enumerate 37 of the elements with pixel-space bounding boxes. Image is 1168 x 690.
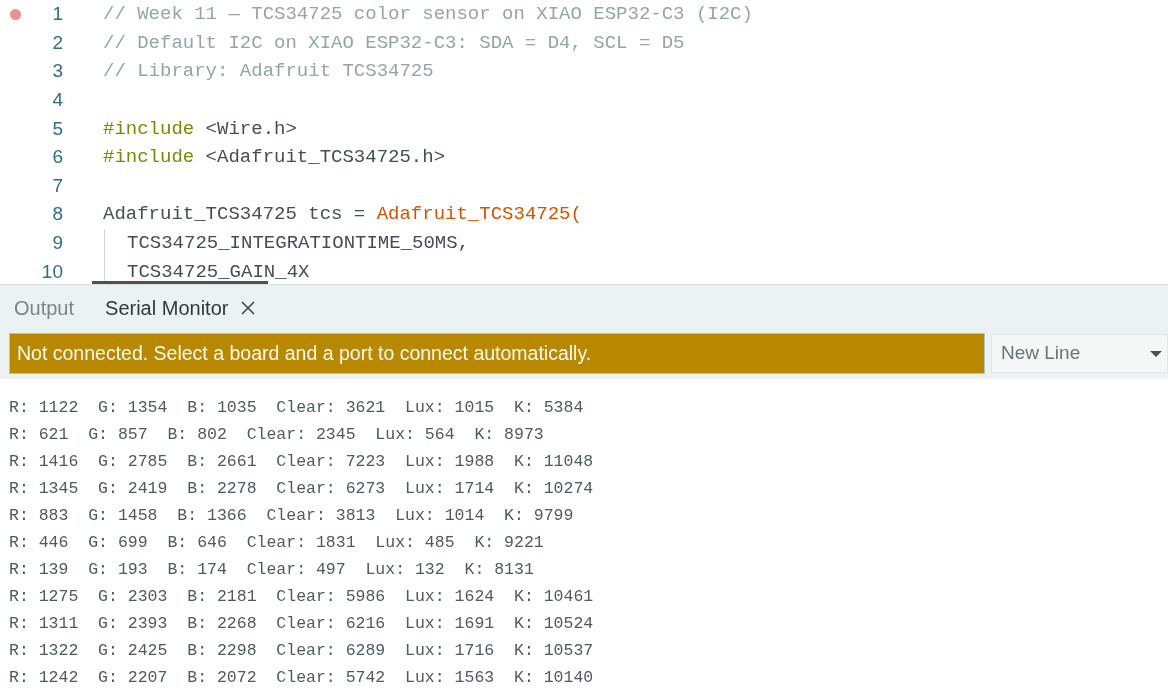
code-line: #include <Adafruit_TCS34725.h> [103,147,446,168]
serial-output-line: R: 1322 G: 2425 B: 2298 Clear: 6289 Lux: 1716 K: 10537 [9,640,594,662]
line-number: 6 [52,147,63,168]
panel-tab[interactable]: Serial Monitor [89,285,270,331]
code-line: TCS34725_INTEGRATIONTIME_50MS, [127,233,470,254]
line-ending-dropdown[interactable]: New Line [991,334,1168,373]
caret-down-icon [1150,350,1162,357]
code-line: Adafruit_TCS34725 tcs = Adafruit_TCS34725( [103,204,582,225]
line-number: 2 [52,32,63,53]
code-line: // Library: Adafruit TCS34725 [103,61,434,82]
serial-output-line: R: 1275 G: 2303 B: 2181 Clear: 5986 Lux: 1624 K: 10461 [9,586,594,608]
line-number: 5 [52,118,63,139]
serial-output-line: R: 621 G: 857 B: 802 Clear: 2345 Lux: 564 K: 8973 [9,424,544,446]
serial-output-line: R: 883 G: 1458 B: 1366 Clear: 3813 Lux: 1014 K: 9799 [9,505,574,527]
line-number: 9 [52,233,63,254]
line-number: 10 [41,261,63,282]
line-number: 7 [52,175,63,196]
serial-output-line: R: 1311 G: 2393 B: 2268 Clear: 6216 Lux: 1691 K: 10524 [9,613,594,635]
line-number: 8 [52,204,63,225]
code-line: // Week 11 — TCS34725 color sensor on XIAO ESP32-C3 (I2C) [103,4,753,25]
line-number: 1 [52,4,63,25]
code-line: TCS34725_GAIN_4X [127,261,310,282]
serial-output-line: R: 139 G: 193 B: 174 Clear: 497 Lux: 132 K: 8131 [9,559,534,581]
serial-output-line: R: 1242 G: 2207 B: 2072 Clear: 5742 Lux: 1563 K: 10140 [9,667,594,689]
line-number: 4 [52,90,63,111]
code-line: // Default I2C on XIAO ESP32-C3: SDA = D4, SCL = D5 [103,32,685,53]
scrollbar-thumb[interactable] [92,281,268,284]
close-button[interactable] [241,301,256,315]
close-icon [241,301,256,315]
line-number: 3 [52,61,63,82]
panel-tab[interactable]: Output [0,285,90,331]
serial-output-line: R: 446 G: 699 B: 646 Clear: 1831 Lux: 485 K: 9221 [9,532,544,554]
serial-output-line: R: 1345 G: 2419 B: 2278 Clear: 6273 Lux: 1714 K: 10274 [9,478,594,500]
serial-output-line: R: 1416 G: 2785 B: 2661 Clear: 7223 Lux: 1988 K: 11048 [9,451,594,473]
status-banner: Not connected. Select a board and a port to connect automatically. [9,333,985,374]
code-line: #include <Wire.h> [103,118,297,139]
serial-output-line: R: 1122 G: 1354 B: 1035 Clear: 3621 Lux: 1015 K: 5384 [9,397,584,419]
